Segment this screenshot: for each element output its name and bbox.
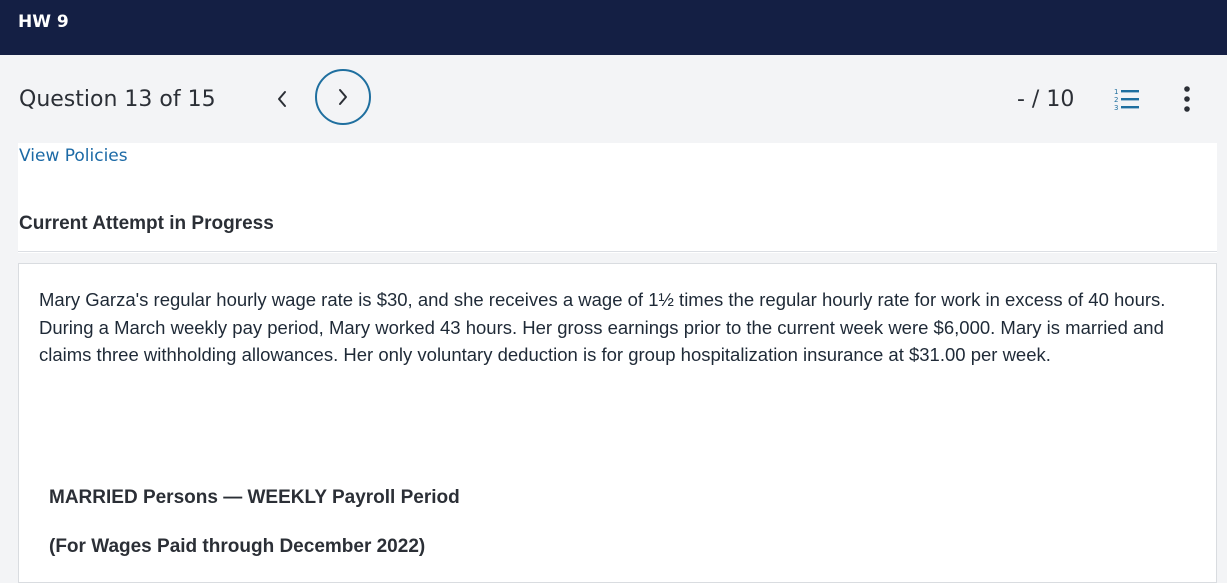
svg-text:1: 1 — [1114, 88, 1118, 96]
question-list-button[interactable]: 1 2 3 — [1112, 85, 1142, 113]
question-score: - / 10 — [1017, 87, 1075, 112]
chevron-left-icon — [278, 91, 286, 107]
svg-text:3: 3 — [1114, 104, 1118, 111]
view-policies-link[interactable]: View Policies — [19, 146, 128, 166]
question-box: Mary Garza's regular hourly wage rate is… — [18, 263, 1217, 583]
tax-table-title: MARRIED Persons — WEEKLY Payroll Period — [49, 487, 460, 508]
more-options-button[interactable] — [1176, 83, 1198, 115]
chevron-right-icon — [339, 89, 347, 105]
assignment-title: HW 9 — [18, 12, 69, 32]
question-bar: Question 13 of 15 - / 10 1 2 3 — [0, 55, 1227, 143]
divider — [18, 251, 1217, 252]
more-vertical-icon — [1184, 86, 1190, 112]
attempt-panel — [18, 143, 1217, 253]
question-counter: Question 13 of 15 — [19, 87, 216, 112]
previous-question-button[interactable] — [268, 80, 296, 118]
top-header: HW 9 — [0, 0, 1227, 55]
numbered-list-icon: 1 2 3 — [1114, 88, 1139, 111]
tax-table-subtitle: (For Wages Paid through December 2022) — [49, 536, 426, 557]
svg-text:2: 2 — [1114, 96, 1118, 104]
question-text: Mary Garza's regular hourly wage rate is… — [39, 289, 1166, 365]
next-question-button[interactable] — [315, 69, 371, 125]
attempt-status: Current Attempt in Progress — [19, 213, 274, 234]
